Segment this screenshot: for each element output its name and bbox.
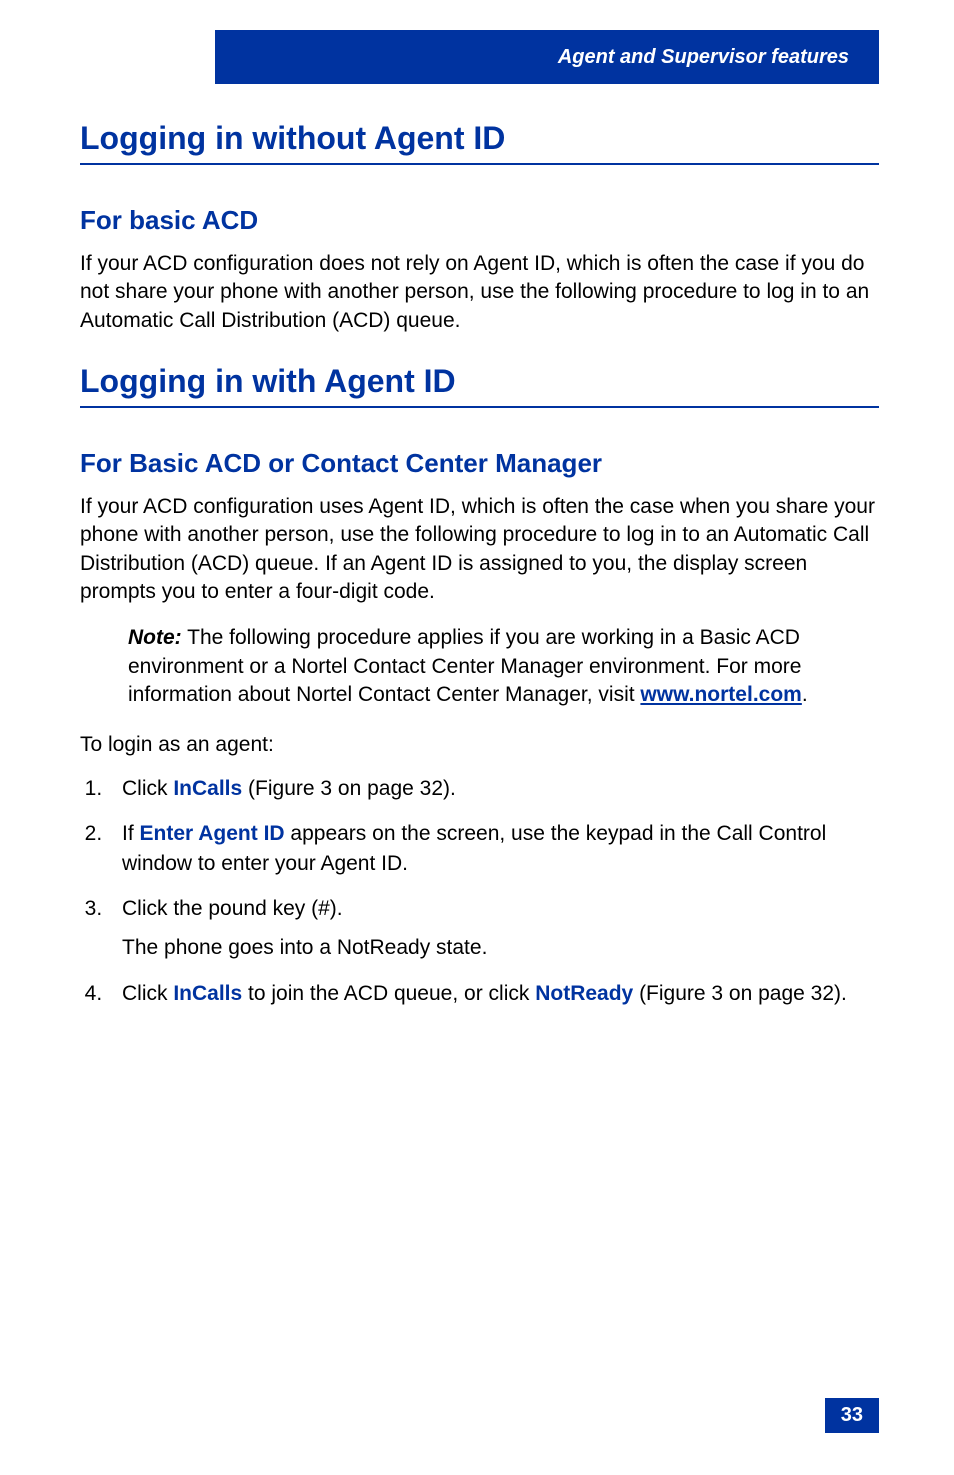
section-body-1: If your ACD configuration does not rely … <box>80 250 879 335</box>
step-4: Click InCalls to join the ACD queue, or … <box>108 979 879 1008</box>
note-link[interactable]: www.nortel.com <box>640 683 801 706</box>
login-intro: To login as an agent: <box>80 731 879 759</box>
step-2: If Enter Agent ID appears on the screen,… <box>108 819 879 878</box>
sub-title-1: For basic ACD <box>80 205 879 236</box>
note-label: Note: <box>128 626 182 649</box>
step4-bold2: NotReady <box>535 982 633 1005</box>
sub-title-2: For Basic ACD or Contact Center Manager <box>80 448 879 479</box>
note-after: . <box>802 683 808 706</box>
note-block: Note: The following procedure applies if… <box>128 624 879 709</box>
steps-list: Click InCalls (Figure 3 on page 32). If … <box>80 774 879 1008</box>
step3-sub: The phone goes into a NotReady state. <box>122 933 879 962</box>
step-1: Click InCalls (Figure 3 on page 32). <box>108 774 879 803</box>
step-3: Click the pound key (#). The phone goes … <box>108 894 879 963</box>
step2-pre: If <box>122 822 140 845</box>
section-title-1: Logging in without Agent ID <box>80 120 879 165</box>
step4-bold1: InCalls <box>173 982 242 1005</box>
section-title-2: Logging in with Agent ID <box>80 363 879 408</box>
running-header-text: Agent and Supervisor features <box>558 46 849 69</box>
step1-bold: InCalls <box>173 777 242 800</box>
step3-text: Click the pound key (#). <box>122 897 343 920</box>
page: Agent and Supervisor features Logging in… <box>0 0 954 1475</box>
step4-post: (Figure 3 on page 32). <box>633 982 847 1005</box>
step4-pre: Click <box>122 982 173 1005</box>
step2-bold: Enter Agent ID <box>140 822 285 845</box>
step1-pre: Click <box>122 777 173 800</box>
step1-post: (Figure 3 on page 32). <box>242 777 456 800</box>
page-content: Logging in without Agent ID For basic AC… <box>80 110 879 1024</box>
page-number: 33 <box>825 1398 879 1433</box>
running-header-bar: Agent and Supervisor features <box>215 30 879 84</box>
section-body-2: If your ACD configuration uses Agent ID,… <box>80 493 879 606</box>
step4-mid: to join the ACD queue, or click <box>242 982 535 1005</box>
